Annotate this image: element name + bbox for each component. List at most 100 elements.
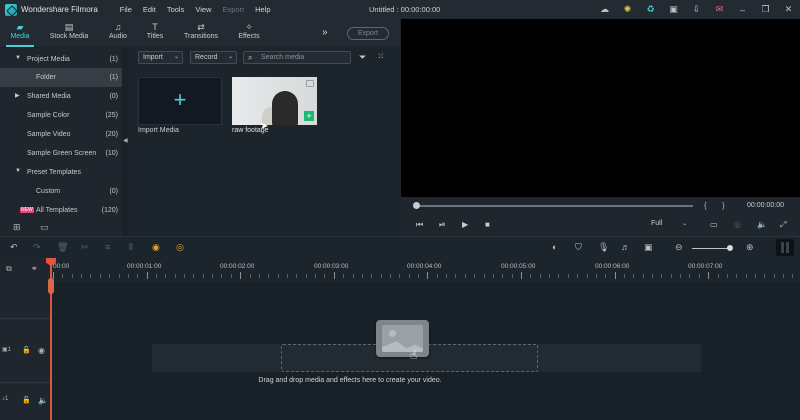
tab-transitions[interactable]: ⇄ Transitions bbox=[180, 22, 222, 40]
microphone-icon[interactable]: 🎙 bbox=[598, 242, 609, 253]
play-frame-icon[interactable]: ⏯ bbox=[439, 220, 445, 230]
more-tabs-icon[interactable]: » bbox=[322, 27, 328, 38]
tab-titles[interactable]: T Titles bbox=[142, 22, 168, 40]
voiceover-list-icon[interactable]: ♬ bbox=[621, 242, 630, 252]
render-icon[interactable]: ◐ bbox=[552, 242, 557, 252]
scrubber-handle[interactable] bbox=[413, 202, 420, 209]
headset-icon[interactable]: ♻ bbox=[639, 0, 662, 19]
ruler-label: 00:00:07:00 bbox=[688, 263, 723, 270]
media-tabs: ▰ Media ▤ Stock Media ♫ Audio T Titles ⇄… bbox=[0, 19, 400, 47]
menu-view[interactable]: View bbox=[195, 5, 211, 14]
download-icon[interactable]: ⇩ bbox=[685, 0, 708, 19]
ruler-label: 00:00:01:00 bbox=[127, 263, 162, 270]
collapse-panel-icon[interactable]: ◀ bbox=[123, 137, 128, 144]
undo-icon[interactable]: ↶ bbox=[10, 242, 18, 253]
split-screen-button[interactable] bbox=[776, 239, 794, 256]
app-name: Wondershare Filmora bbox=[21, 5, 98, 14]
search-media-input[interactable]: ⌕ Search media bbox=[243, 51, 351, 64]
sidebar-item-custom[interactable]: Custom (0) bbox=[0, 182, 122, 201]
filter-icon[interactable]: ⏷ bbox=[359, 52, 366, 63]
menu-tools[interactable]: Tools bbox=[167, 5, 185, 14]
link-icon[interactable]: ⚭ bbox=[31, 264, 38, 273]
expand-arrow-icon[interactable]: ▼ bbox=[15, 168, 21, 174]
save-icon[interactable]: ▣ bbox=[662, 0, 685, 19]
tab-media[interactable]: ▰ Media bbox=[6, 22, 34, 47]
menu-export: Export bbox=[222, 5, 245, 14]
sidebar-item-sample-green-screen[interactable]: Sample Green Screen (10) bbox=[0, 144, 122, 163]
stop-icon[interactable]: ■ bbox=[485, 220, 490, 229]
volume-icon[interactable]: 🔈 bbox=[757, 220, 767, 229]
ruler-tick bbox=[258, 274, 260, 278]
playhead-handle[interactable] bbox=[48, 278, 54, 294]
mark-out-icon[interactable]: } bbox=[722, 201, 725, 210]
ruler-tick bbox=[268, 274, 270, 278]
minimize-icon[interactable]: – bbox=[731, 0, 754, 19]
marker-icon[interactable]: ⛉ bbox=[575, 242, 582, 253]
tab-audio[interactable]: ♫ Audio bbox=[104, 22, 132, 40]
maximize-icon[interactable]: ❐ bbox=[754, 0, 777, 19]
ruler-tick bbox=[249, 274, 251, 278]
import-dropdown[interactable]: Import ⌄ bbox=[138, 51, 183, 64]
ruler-tick bbox=[661, 274, 663, 278]
ruler-tick bbox=[81, 274, 83, 278]
quality-dropdown[interactable]: Full ⌄ bbox=[651, 220, 687, 227]
speaker-icon[interactable]: 🔈 bbox=[38, 396, 48, 405]
ruler-tick bbox=[783, 274, 785, 278]
sidebar-item-sample-color[interactable]: Sample Color (25) bbox=[0, 106, 122, 125]
sidebar-item-label: Folder bbox=[36, 74, 56, 81]
record-dropdown[interactable]: Record ⌄ bbox=[190, 51, 237, 64]
menu-help[interactable]: Help bbox=[255, 5, 270, 14]
import-media-tile[interactable]: + bbox=[138, 77, 222, 125]
folder-outline-icon[interactable]: ▭ bbox=[40, 222, 49, 233]
zoom-slider[interactable] bbox=[692, 248, 732, 249]
ruler-tick bbox=[764, 274, 766, 278]
menu-file[interactable]: File bbox=[120, 5, 132, 14]
new-folder-icon[interactable]: ⊞ bbox=[13, 222, 21, 233]
tab-stock-media[interactable]: ▤ Stock Media bbox=[46, 22, 92, 40]
menu-edit[interactable]: Edit bbox=[143, 5, 156, 14]
sidebar-item-sample-video[interactable]: Sample Video (20) bbox=[0, 125, 122, 144]
collapse-arrow-icon[interactable]: ▶ bbox=[15, 92, 20, 99]
sidebar-item-preset-templates[interactable]: ▼ Preset Templates bbox=[0, 163, 122, 182]
mark-in-icon[interactable]: { bbox=[704, 201, 707, 210]
window-title: Untitled : 00:00:00:00 bbox=[369, 5, 441, 14]
mail-icon[interactable]: ✉ bbox=[708, 0, 731, 19]
drop-media-icon bbox=[376, 320, 429, 357]
lightbulb-icon[interactable]: ✺ bbox=[616, 0, 639, 19]
preview-scrubber[interactable] bbox=[413, 202, 693, 209]
lock-icon[interactable]: 🔓 bbox=[22, 346, 31, 354]
ruler-tick bbox=[418, 274, 420, 278]
sidebar-item-project-media[interactable]: ▼ Project Media (1) bbox=[0, 50, 122, 69]
sidebar-item-folder[interactable]: Folder (1) bbox=[0, 68, 122, 87]
media-clip-thumbnail[interactable]: + bbox=[232, 77, 317, 125]
tab-effects[interactable]: ✧ Effects bbox=[234, 22, 264, 40]
add-track-icon[interactable]: ⧉ bbox=[6, 264, 12, 274]
add-to-timeline-icon[interactable]: + bbox=[304, 111, 314, 121]
ruler-tick bbox=[670, 274, 672, 278]
timeline-area[interactable]: ☝ Drag and drop media and effects here t… bbox=[50, 282, 800, 420]
display-icon[interactable]: ▭ bbox=[710, 220, 718, 229]
ruler-tick bbox=[315, 274, 317, 278]
zoom-out-icon[interactable]: ⊖ bbox=[675, 242, 683, 253]
color-match-icon[interactable]: ◉ bbox=[152, 242, 160, 253]
close-icon[interactable]: ✕ bbox=[777, 0, 800, 19]
play-icon[interactable]: ▶ bbox=[462, 220, 468, 229]
lock-icon[interactable]: 🔓 bbox=[22, 396, 31, 404]
panel-splitter[interactable]: ◀ bbox=[122, 48, 129, 236]
grid-view-icon[interactable]: ⁙ bbox=[377, 51, 385, 62]
ruler-tick bbox=[586, 274, 588, 278]
timeline-ruler[interactable]: 00:00 00:00:01:00 00:00:02:00 00:00:03:0… bbox=[50, 258, 800, 282]
ruler-tick bbox=[193, 274, 195, 278]
sidebar-item-all-templates[interactable]: NEW All Templates (120) bbox=[0, 201, 122, 220]
subtitle-icon[interactable]: ▣ bbox=[644, 242, 653, 253]
zoom-slider-handle[interactable] bbox=[727, 245, 733, 251]
previous-frame-icon[interactable]: ⏮ bbox=[416, 220, 423, 230]
cloud-icon[interactable]: ☁ bbox=[593, 0, 616, 19]
sidebar-item-shared-media[interactable]: ▶ Shared Media (0) bbox=[0, 87, 122, 106]
zoom-in-icon[interactable]: ⊕ bbox=[746, 242, 754, 253]
ruler-label: 00:00:05:00 bbox=[501, 263, 536, 270]
expand-arrow-icon[interactable]: ▼ bbox=[15, 55, 21, 61]
eye-icon[interactable]: ◉ bbox=[38, 346, 45, 355]
speed-icon[interactable]: ◎ bbox=[176, 242, 184, 253]
fullscreen-icon[interactable]: ⤢ bbox=[780, 220, 786, 230]
